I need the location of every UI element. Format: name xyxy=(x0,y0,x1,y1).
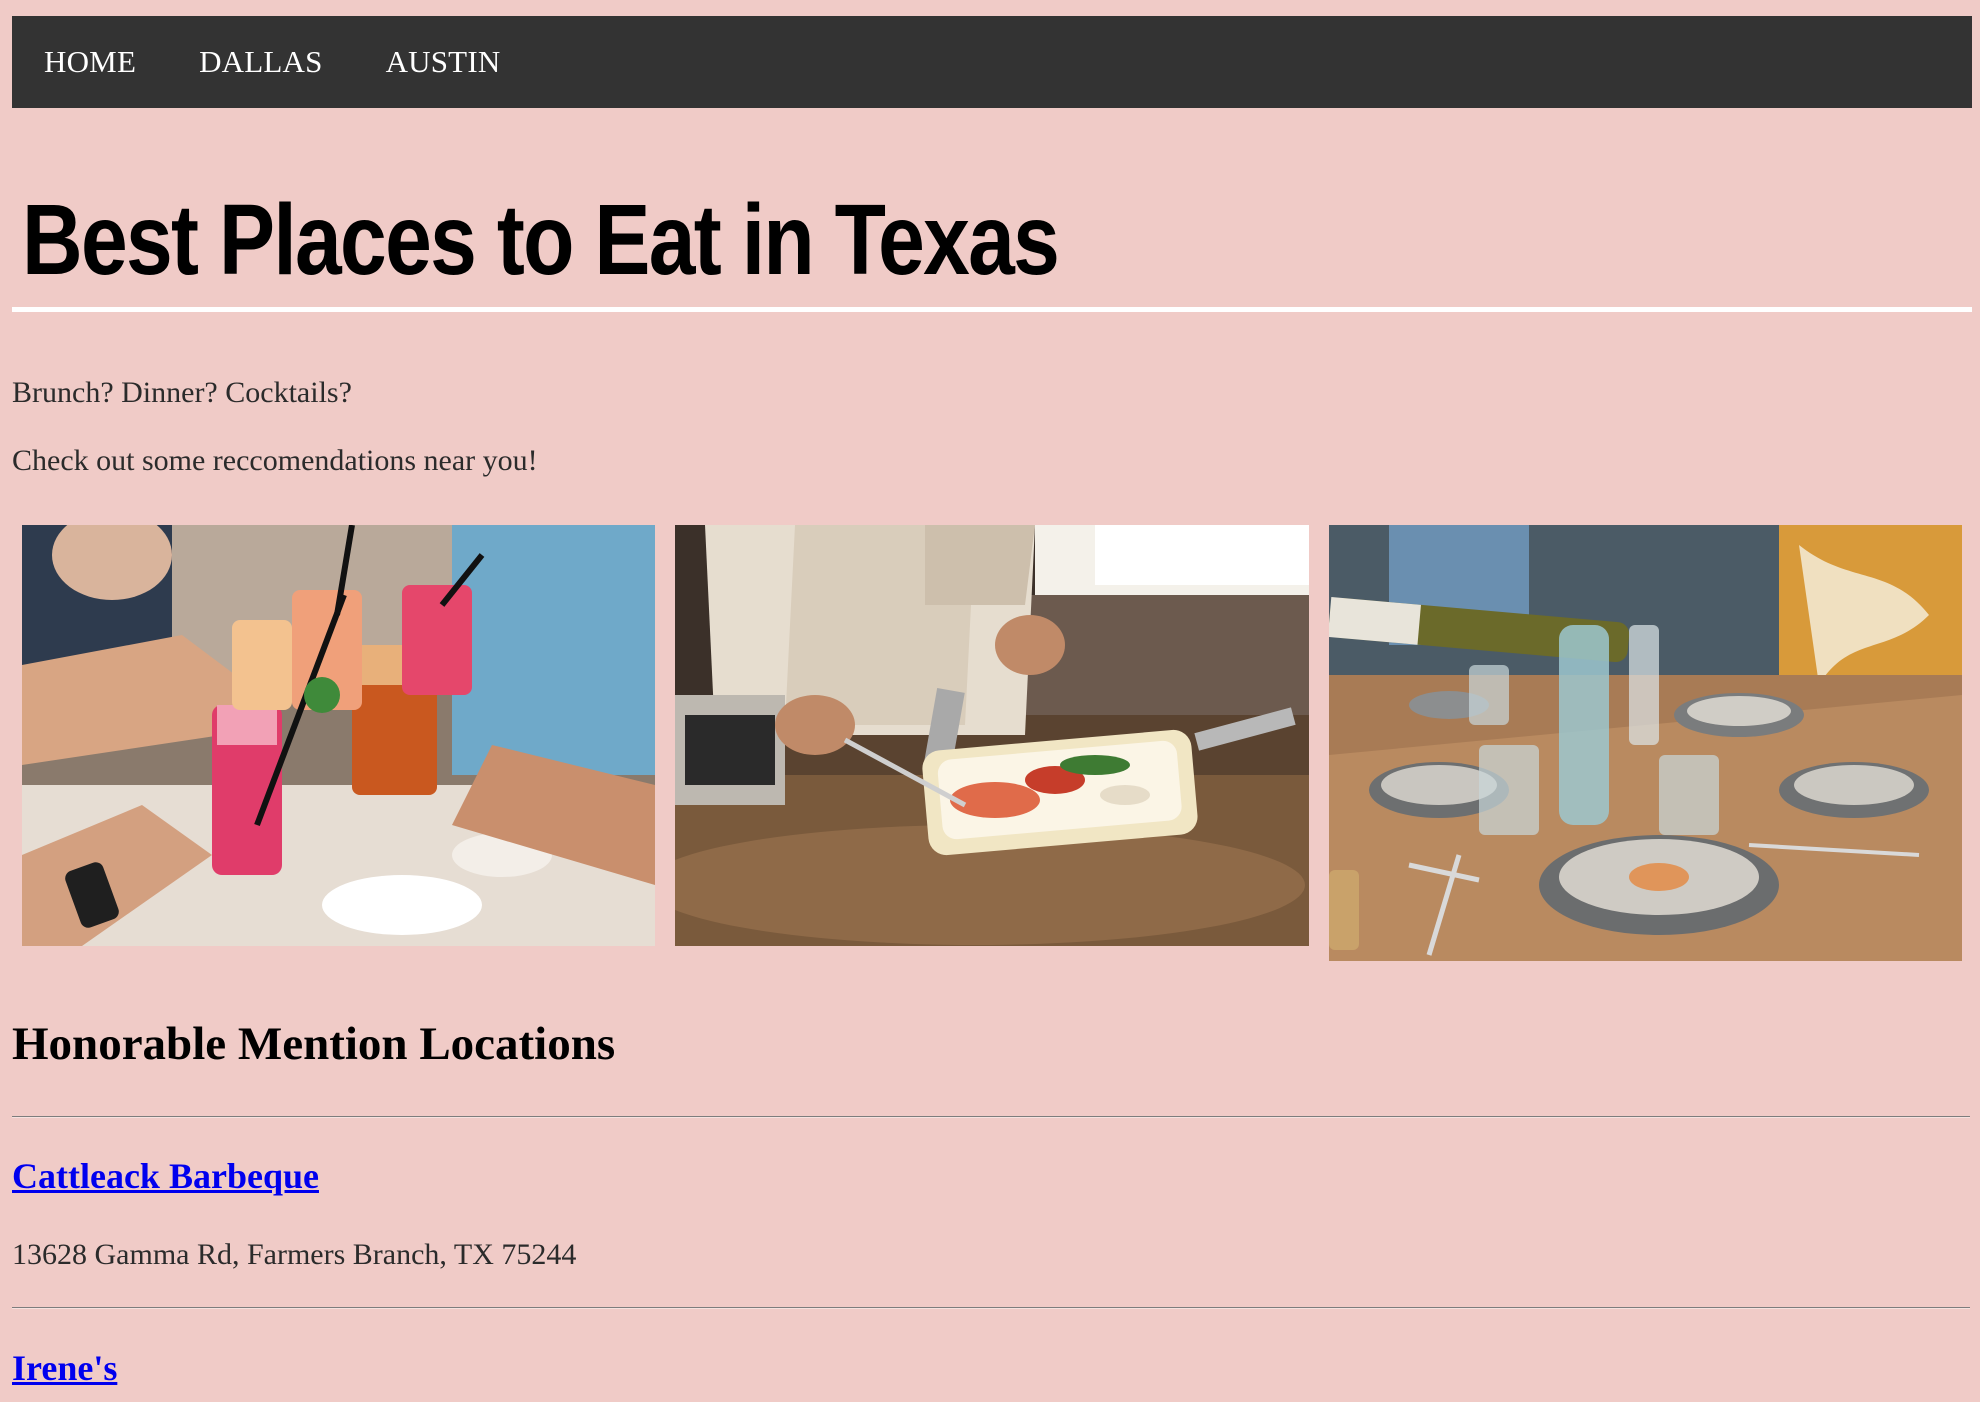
place-divider xyxy=(12,1307,1970,1309)
chef-plating-photo xyxy=(675,525,1309,946)
nav-austin-link[interactable]: AUSTIN xyxy=(386,44,501,80)
top-navbar: HOME DALLAS AUSTIN xyxy=(12,16,1972,108)
place-address-cattleack: 13628 Gamma Rd, Farmers Branch, TX 75244 xyxy=(12,1238,577,1271)
page: HOME DALLAS AUSTIN Best Places to Eat in… xyxy=(0,0,1980,1402)
place-link-cattleack[interactable]: Cattleack Barbeque xyxy=(12,1155,319,1197)
cocktails-toast-photo xyxy=(22,525,655,946)
intro-question: Brunch? Dinner? Cocktails? xyxy=(12,376,352,409)
nav-home-link[interactable]: HOME xyxy=(44,44,136,80)
title-divider xyxy=(12,307,1972,312)
section-divider xyxy=(12,1116,1970,1118)
wine-dinner-table-photo xyxy=(1329,525,1962,961)
place-link-irenes[interactable]: Irene's xyxy=(12,1347,117,1389)
intro-recommendation: Check out some reccomendations near you! xyxy=(12,444,538,477)
nav-dallas-link[interactable]: DALLAS xyxy=(199,44,322,80)
honorable-mention-heading: Honorable Mention Locations xyxy=(12,1018,616,1070)
page-title: Best Places to Eat in Texas xyxy=(22,184,1060,296)
